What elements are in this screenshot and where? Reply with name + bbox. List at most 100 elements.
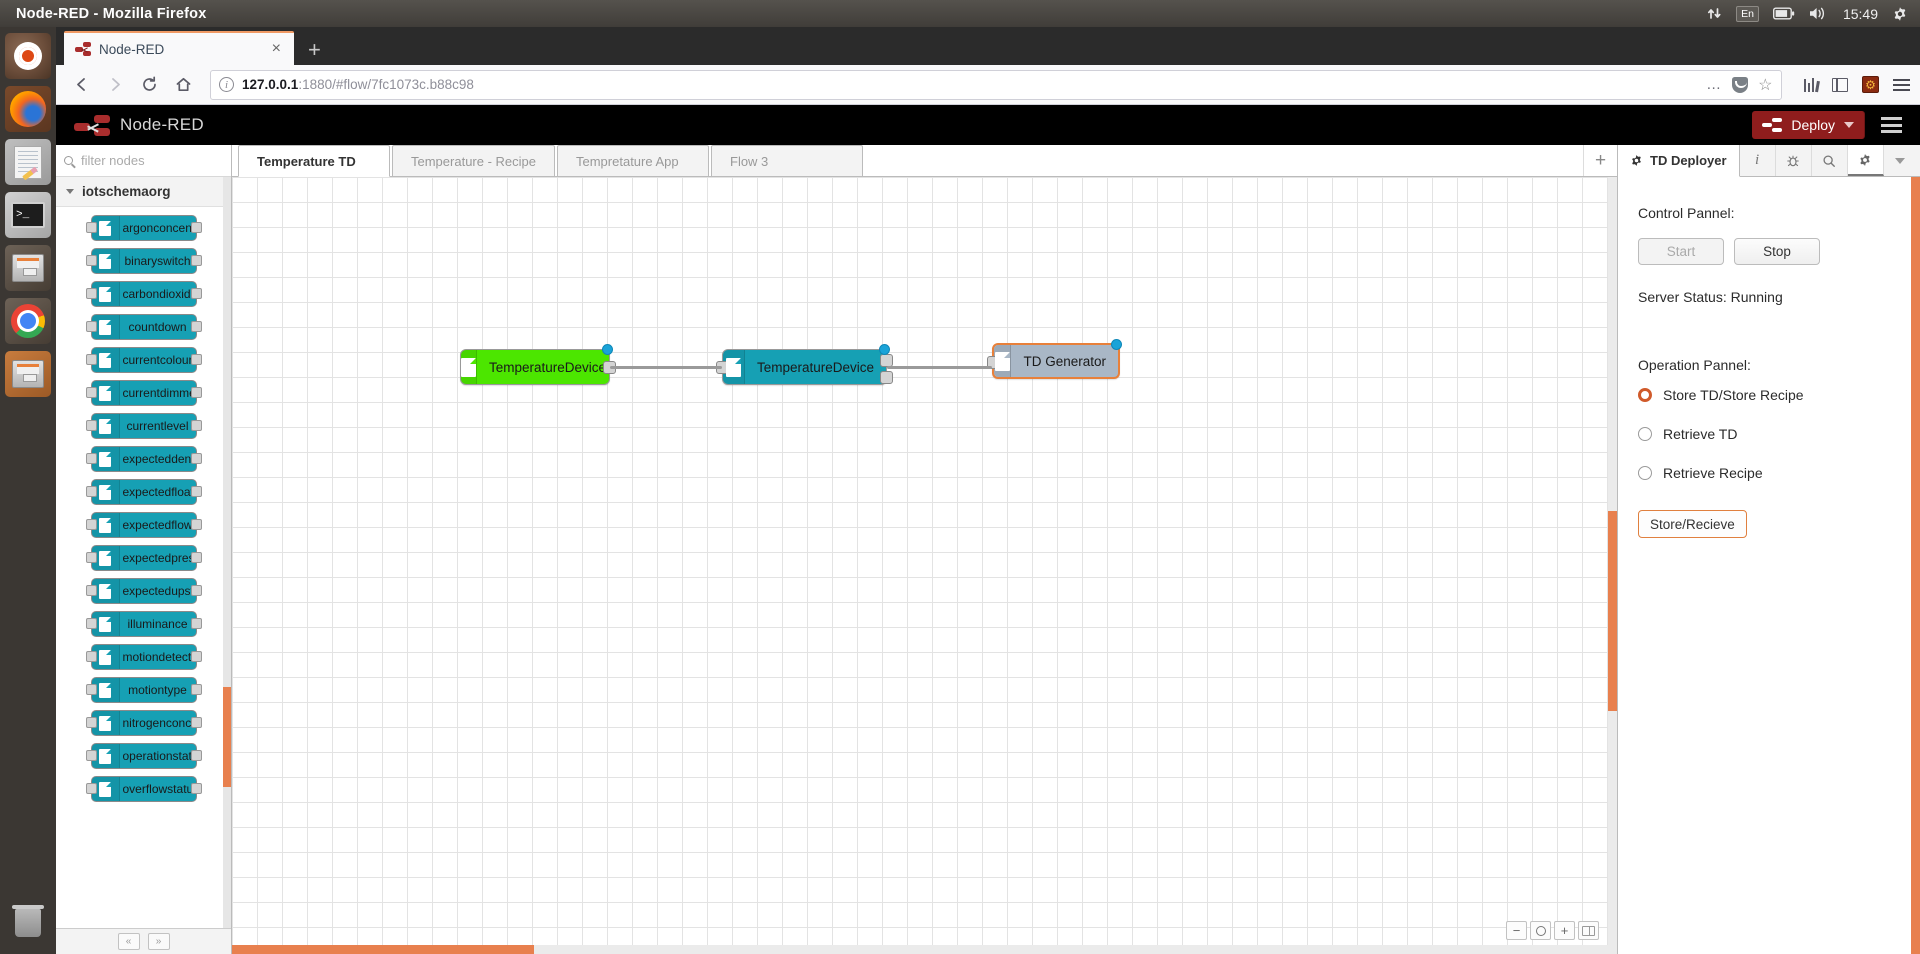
radio-option[interactable]: Retrieve TD bbox=[1638, 426, 1900, 442]
star-icon[interactable]: ☆ bbox=[1758, 75, 1772, 95]
node-output-port[interactable] bbox=[190, 519, 202, 530]
flow-tab[interactable]: Tempretature App bbox=[557, 145, 709, 176]
node-output-port[interactable] bbox=[190, 321, 202, 332]
page-actions-icon[interactable]: … bbox=[1706, 76, 1722, 93]
canvas-vertical-scrollbar[interactable] bbox=[1608, 177, 1617, 954]
keyboard-layout-indicator[interactable]: En bbox=[1736, 5, 1759, 22]
volume-icon[interactable] bbox=[1809, 6, 1829, 21]
node-input-port[interactable] bbox=[85, 684, 97, 695]
start-button[interactable]: Start bbox=[1638, 238, 1724, 265]
sidebar-icon[interactable] bbox=[1832, 77, 1848, 92]
library-icon[interactable] bbox=[1803, 77, 1819, 93]
extension-icon[interactable]: ⚙ bbox=[1862, 76, 1879, 93]
sidebar-tab-search[interactable] bbox=[1811, 145, 1848, 176]
node-input-port[interactable] bbox=[85, 420, 97, 431]
palette-node[interactable]: binaryswitch bbox=[85, 248, 202, 274]
chevron-down-icon[interactable] bbox=[1844, 122, 1854, 128]
radio-button[interactable] bbox=[1638, 466, 1652, 480]
node-input-port[interactable] bbox=[85, 618, 97, 629]
palette-node[interactable]: expectedflowrate bbox=[85, 512, 202, 538]
home-button[interactable] bbox=[168, 70, 198, 100]
launcher-firefox[interactable] bbox=[5, 86, 51, 132]
palette-node[interactable]: countdown bbox=[85, 314, 202, 340]
node-output-port[interactable] bbox=[190, 783, 202, 794]
node-output-port[interactable] bbox=[190, 717, 202, 728]
node-input-port[interactable] bbox=[85, 354, 97, 365]
flow-tab[interactable]: Temperature TD bbox=[238, 145, 390, 177]
hamburger-menu-icon[interactable] bbox=[1893, 78, 1910, 91]
new-tab-button[interactable]: + bbox=[308, 39, 321, 61]
node-input-port[interactable] bbox=[85, 519, 97, 530]
node-output-port[interactable] bbox=[190, 750, 202, 761]
node-input-port[interactable] bbox=[85, 255, 97, 266]
deploy-button[interactable]: Deploy bbox=[1752, 111, 1865, 139]
site-info-icon[interactable]: i bbox=[219, 77, 234, 92]
flow-canvas[interactable]: TemperatureDevice TemperatureDevice TD Gen… bbox=[232, 177, 1617, 954]
node-output-port[interactable] bbox=[190, 651, 202, 662]
flow-node[interactable]: TemperatureDevice bbox=[460, 344, 616, 385]
canvas-horizontal-scrollbar-thumb[interactable] bbox=[232, 945, 534, 954]
node-output-port[interactable] bbox=[190, 222, 202, 233]
launcher-ubuntu-dash[interactable] bbox=[5, 33, 51, 79]
radio-button[interactable] bbox=[1638, 388, 1652, 402]
node-output-port-2[interactable] bbox=[880, 371, 893, 384]
flow-wire[interactable] bbox=[887, 366, 992, 369]
add-flow-button[interactable]: + bbox=[1583, 145, 1617, 176]
node-output-port[interactable] bbox=[190, 618, 202, 629]
palette-node[interactable]: expectedpressure bbox=[85, 545, 202, 571]
launcher-terminal[interactable]: >_ bbox=[5, 192, 51, 238]
node-input-port[interactable] bbox=[85, 222, 97, 233]
palette-node[interactable]: argonconcentration bbox=[85, 215, 202, 241]
palette-node[interactable]: expectedfloatingpt bbox=[85, 479, 202, 505]
zoom-reset-button[interactable] bbox=[1530, 921, 1551, 940]
network-updown-icon[interactable] bbox=[1707, 6, 1722, 21]
node-input-port[interactable] bbox=[85, 750, 97, 761]
palette-node[interactable]: operationstatus bbox=[85, 743, 202, 769]
zoom-out-button[interactable]: − bbox=[1506, 921, 1527, 940]
palette-scrollbar-thumb[interactable] bbox=[223, 687, 231, 787]
flow-node[interactable]: TemperatureDevice bbox=[716, 344, 893, 385]
palette-node[interactable]: motiontype bbox=[85, 677, 202, 703]
launcher-trash[interactable] bbox=[5, 900, 51, 946]
battery-icon[interactable] bbox=[1772, 7, 1795, 20]
radio-option[interactable]: Retrieve Recipe bbox=[1638, 465, 1900, 481]
node-output-port[interactable] bbox=[190, 255, 202, 266]
url-bar[interactable]: i 127.0.0.1:1880/#flow/7fc1073c.b88c98 …… bbox=[210, 69, 1782, 100]
node-output-port[interactable] bbox=[190, 486, 202, 497]
palette-node[interactable]: expecteddensity bbox=[85, 446, 202, 472]
reload-button[interactable] bbox=[134, 70, 164, 100]
node-input-port[interactable] bbox=[85, 288, 97, 299]
palette-category-iotschemaorg[interactable]: iotschemaorg bbox=[56, 177, 231, 207]
node-output-port[interactable] bbox=[190, 420, 202, 431]
node-output-port[interactable] bbox=[190, 354, 202, 365]
radio-option[interactable]: Store TD/Store Recipe bbox=[1638, 387, 1900, 403]
palette-node[interactable]: carbondioxideconce bbox=[85, 281, 202, 307]
palette-node[interactable]: currentcolour bbox=[85, 347, 202, 373]
node-input-port[interactable] bbox=[85, 387, 97, 398]
node-input-port[interactable] bbox=[85, 486, 97, 497]
node-input-port[interactable] bbox=[85, 585, 97, 596]
collapse-all-icon[interactable]: « bbox=[117, 933, 140, 950]
pocket-icon[interactable] bbox=[1732, 76, 1749, 93]
palette-node[interactable]: overflowstatus bbox=[85, 776, 202, 802]
node-input-port[interactable] bbox=[85, 453, 97, 464]
back-button[interactable] bbox=[66, 70, 96, 100]
node-output-port[interactable] bbox=[190, 585, 202, 596]
store-receive-button[interactable]: Store/Recieve bbox=[1638, 510, 1747, 538]
sidebar-tab-td-deployer[interactable]: TD Deployer bbox=[1618, 145, 1740, 177]
stop-button[interactable]: Stop bbox=[1734, 238, 1820, 265]
node-output-port[interactable] bbox=[190, 552, 202, 563]
zoom-in-button[interactable]: + bbox=[1554, 921, 1575, 940]
palette-node[interactable]: expectedupstream bbox=[85, 578, 202, 604]
palette-node[interactable]: nitrogenconcentra bbox=[85, 710, 202, 736]
launcher-files[interactable] bbox=[5, 245, 51, 291]
node-output-port[interactable] bbox=[190, 387, 202, 398]
flow-wire[interactable] bbox=[610, 366, 722, 369]
node-output-port[interactable] bbox=[190, 453, 202, 464]
node-input-port[interactable] bbox=[85, 783, 97, 794]
sidebar-more-tabs-button[interactable] bbox=[1884, 145, 1916, 176]
close-icon[interactable]: × bbox=[269, 41, 284, 57]
system-clock[interactable]: 15:49 bbox=[1843, 6, 1878, 22]
launcher-chrome[interactable] bbox=[5, 298, 51, 344]
node-output-port[interactable] bbox=[190, 288, 202, 299]
